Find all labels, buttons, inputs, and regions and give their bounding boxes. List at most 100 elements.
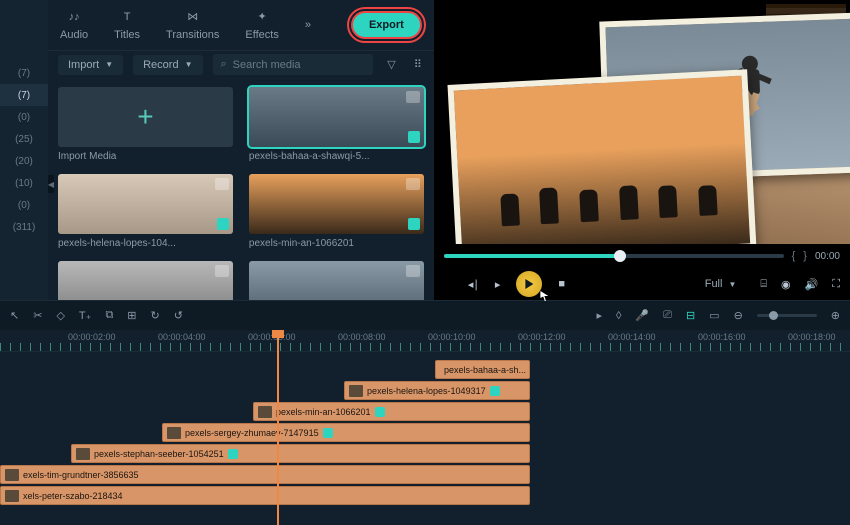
clip-name: pexels-bahaa-a-sh...	[444, 365, 526, 375]
grid-view-icon[interactable]: ⠿	[410, 58, 424, 71]
redo-icon[interactable]: ↻	[151, 309, 160, 322]
fullscreen-icon[interactable]: ⛶	[832, 278, 840, 291]
timeline-ruler[interactable]: 00:00:02:0000:00:04:0000:00:06:0000:00:0…	[0, 330, 850, 352]
dropdown-label: Record	[143, 59, 178, 71]
type-badge-icon	[215, 178, 229, 190]
timeline-toolbar: ↖ ✂ ◇ T₊ ⧉ ⊞ ↻ ↺ ▸ ◊ 🎤 ⎚ ⊟ ▭ ⊖ ⊕	[0, 300, 850, 330]
count-item[interactable]: (311)	[0, 216, 48, 238]
prev-frame-icon[interactable]: ◂∣	[468, 278, 479, 291]
scrub-track[interactable]	[444, 254, 784, 258]
snapshot-icon[interactable]: ◉	[781, 278, 791, 291]
record-dropdown[interactable]: Record ▼	[133, 55, 202, 75]
count-item[interactable]: (7)	[0, 84, 48, 106]
transport-bar: ◂∣ ▸ ■ Full ▼ ⌸ ◉ 🔊 ⛶	[434, 268, 850, 300]
count-item[interactable]: (20)	[0, 150, 48, 172]
panel-tabs: ♪♪ Audio T Titles ⋈ Transitions ✦ Effect…	[48, 0, 434, 51]
adjust-icon[interactable]: ⊞	[127, 309, 136, 322]
clip[interactable]: pexels-stephan-seeber-1054251	[71, 444, 530, 463]
preview-content	[462, 7, 822, 237]
mark-out-icon[interactable]: }	[803, 250, 807, 262]
timeline[interactable]: 00:00:02:0000:00:04:0000:00:06:0000:00:0…	[0, 330, 850, 525]
zoom-in-icon[interactable]: ⊕	[831, 309, 840, 322]
quality-dropdown[interactable]: Full ▼	[695, 275, 747, 293]
scrub-knob[interactable]	[614, 250, 626, 262]
more-panels-icon[interactable]: »	[305, 19, 311, 31]
clip[interactable]: xels-peter-szabo-218434	[0, 486, 530, 505]
dropdown-label: Import	[68, 59, 99, 71]
media-item[interactable]: pexels-bahaa-a-shawqi-5...	[249, 87, 424, 162]
count-item[interactable]: (25)	[0, 128, 48, 150]
tab-effects[interactable]: ✦ Effects	[245, 9, 278, 41]
count-item[interactable]: (10)	[0, 172, 48, 194]
tab-label: Transitions	[166, 29, 219, 41]
clip[interactable]: pexels-bahaa-a-sh...	[435, 360, 530, 379]
zoom-out-icon[interactable]: ⊖	[734, 309, 743, 322]
clip-name: pexels-min-an-1066201	[276, 407, 371, 417]
media-item[interactable]	[58, 261, 233, 300]
clip[interactable]: exels-tim-grundtner-3856635	[0, 465, 530, 484]
volume-icon[interactable]: 🔊	[805, 278, 819, 291]
search-icon: ⌕	[221, 58, 227, 71]
ruler-tick: 00:00:04:00	[158, 332, 206, 342]
tab-transitions[interactable]: ⋈ Transitions	[166, 9, 219, 41]
media-name: pexels-bahaa-a-shawqi-5...	[249, 151, 424, 162]
play-icon[interactable]: ▸	[495, 278, 501, 291]
render-icon[interactable]: ▸	[596, 309, 602, 322]
chevron-down-icon: ▼	[185, 60, 193, 69]
export-button[interactable]: Export	[351, 11, 422, 39]
tab-label: Audio	[60, 29, 88, 41]
voiceover-icon[interactable]: 🎤	[635, 309, 649, 322]
tab-audio[interactable]: ♪♪ Audio	[60, 9, 88, 41]
search-input[interactable]: ⌕ Search media	[213, 54, 374, 75]
mixer-icon[interactable]: ⎚	[663, 309, 672, 322]
clip-thumb-icon	[258, 406, 272, 418]
ruler-tick: 00:00:12:00	[518, 332, 566, 342]
check-icon	[408, 131, 420, 143]
media-name: pexels-helena-lopes-104...	[58, 238, 233, 249]
media-name: Import Media	[58, 151, 233, 162]
zoom-slider[interactable]	[757, 314, 817, 317]
preview-pane: { } 00:00 ◂∣ ▸ ■ Full ▼ ⌸ ◉	[434, 0, 850, 300]
mark-in-icon[interactable]: {	[792, 250, 796, 262]
cut-icon[interactable]: ✂	[33, 309, 42, 322]
collapse-handle[interactable]: ◀	[48, 175, 54, 193]
ruler-tick: 00:00:10:00	[428, 332, 476, 342]
media-toolbar: Import ▼ Record ▼ ⌕ Search media ▽ ⠿	[48, 51, 434, 79]
import-media-slot[interactable]: + Import Media	[58, 87, 233, 162]
media-item[interactable]: pexels-helena-lopes-104...	[58, 174, 233, 249]
check-icon	[375, 407, 385, 417]
clip[interactable]: pexels-min-an-1066201	[253, 402, 530, 421]
transitions-icon: ⋈	[187, 9, 198, 25]
subtitle-icon[interactable]: ▭	[709, 309, 719, 322]
tab-titles[interactable]: T Titles	[114, 9, 140, 41]
stop-icon[interactable]: ■	[558, 278, 565, 290]
snap-icon[interactable]: ⊟	[686, 309, 695, 322]
text-icon[interactable]: T₊	[79, 309, 92, 322]
marker-icon[interactable]: ◊	[616, 310, 621, 322]
play-button[interactable]	[516, 271, 542, 297]
clip[interactable]: pexels-sergey-zhumaev-7147915	[162, 423, 530, 442]
clip[interactable]: pexels-helena-lopes-1049317	[344, 381, 530, 400]
search-placeholder: Search media	[233, 59, 301, 71]
count-item[interactable]: (0)	[0, 194, 48, 216]
undo-icon[interactable]: ↺	[174, 309, 183, 322]
chevron-down-icon: ▼	[105, 60, 113, 69]
type-badge-icon	[406, 265, 420, 277]
media-item[interactable]: pexels-min-an-1066201	[249, 174, 424, 249]
count-item[interactable]: (0)	[0, 106, 48, 128]
playhead[interactable]	[277, 330, 279, 525]
count-item[interactable]: (7)	[0, 62, 48, 84]
crop-icon[interactable]: ⧉	[105, 309, 113, 322]
clip-thumb-icon	[5, 490, 19, 502]
check-icon	[323, 428, 333, 438]
preview-viewport[interactable]	[434, 0, 850, 244]
import-dropdown[interactable]: Import ▼	[58, 55, 123, 75]
media-grid: + Import Media pexels-bahaa-a-shawqi-5..…	[48, 79, 434, 300]
filter-icon[interactable]: ▽	[383, 58, 399, 71]
display-icon[interactable]: ⌸	[760, 278, 767, 291]
check-icon	[490, 386, 500, 396]
tag-icon[interactable]: ◇	[56, 309, 64, 322]
pointer-icon[interactable]: ↖	[10, 309, 19, 322]
media-item[interactable]	[249, 261, 424, 300]
clip-thumb-icon	[5, 469, 19, 481]
